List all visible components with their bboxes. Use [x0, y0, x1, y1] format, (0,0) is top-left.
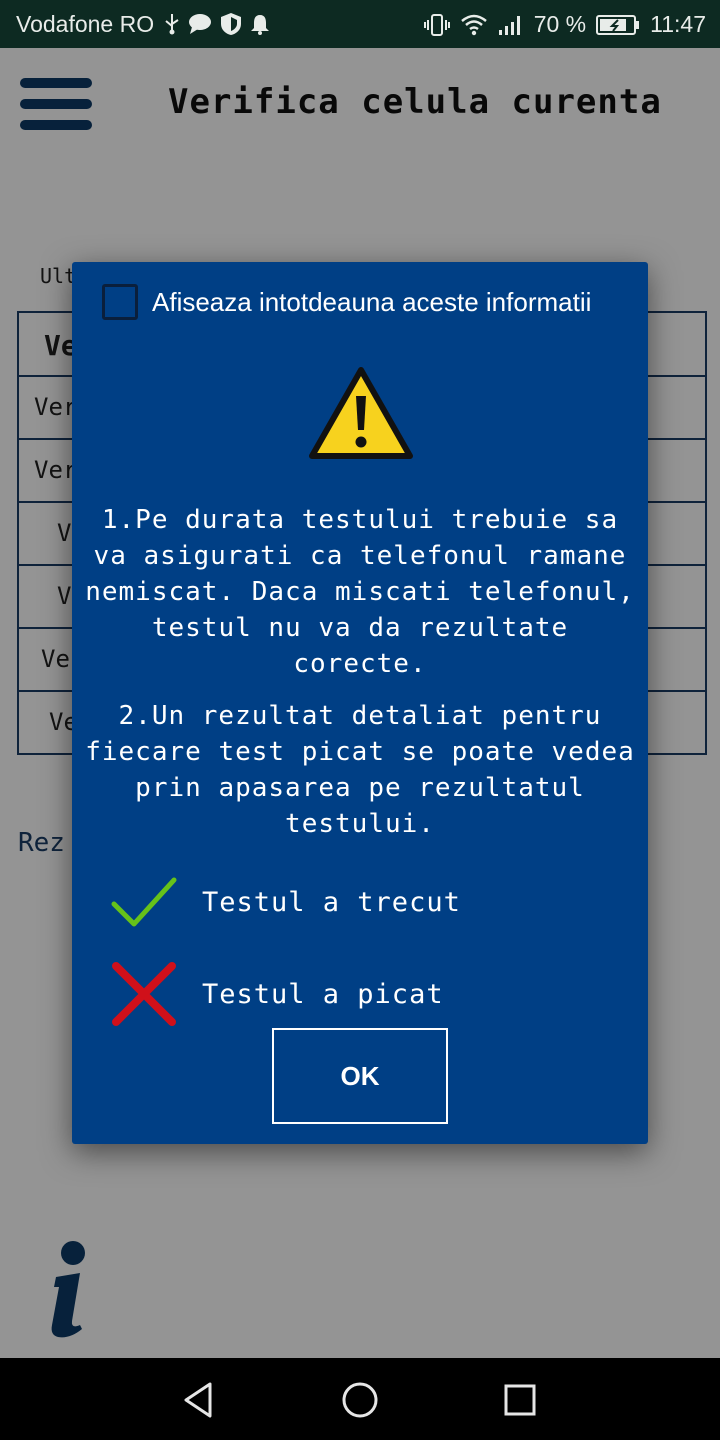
carrier-name: Vodafone RO: [16, 11, 155, 37]
instruction-text-2: 2.Un rezultat detaliat pentru fiecare te…: [85, 701, 635, 839]
ok-button[interactable]: OK: [272, 1028, 448, 1124]
chat-icon: [189, 14, 211, 34]
checkmark-icon: [111, 877, 177, 927]
legend-pass-label: Testul a trecut: [202, 886, 461, 918]
always-show-option[interactable]: Afiseaza intotdeauna aceste informatii: [102, 284, 591, 320]
usb-icon: [165, 14, 179, 35]
home-icon[interactable]: [340, 1380, 380, 1420]
cross-icon: [112, 962, 176, 1026]
always-show-label: Afiseaza intotdeauna aceste informatii: [152, 286, 592, 317]
back-icon[interactable]: [180, 1380, 220, 1420]
always-show-checkbox[interactable]: [102, 284, 138, 320]
signal-icon: [498, 15, 520, 35]
wifi-icon: [460, 14, 487, 35]
warning-icon: [309, 367, 413, 459]
battery-percent: 70 %: [533, 11, 587, 37]
battery-icon: [596, 14, 640, 35]
navigation-bar: [0, 1358, 720, 1440]
clock: 11:47: [650, 11, 706, 37]
recents-icon[interactable]: [500, 1380, 540, 1420]
bell-icon: [251, 15, 269, 35]
legend-fail: Testul a picat: [110, 960, 444, 1028]
legend-fail-label: Testul a picat: [202, 978, 444, 1010]
legend-pass: Testul a trecut: [110, 868, 461, 936]
instruction-text-1: 1.Pe durata testului trebuie sa va asigu…: [85, 505, 635, 679]
status-bar: Vodafone RO 70 % 11:47: [0, 0, 720, 48]
shield-icon: [221, 13, 241, 35]
info-dialog: Afiseaza intotdeauna aceste informatii 1…: [72, 262, 648, 1144]
vibrate-icon: [423, 13, 450, 36]
